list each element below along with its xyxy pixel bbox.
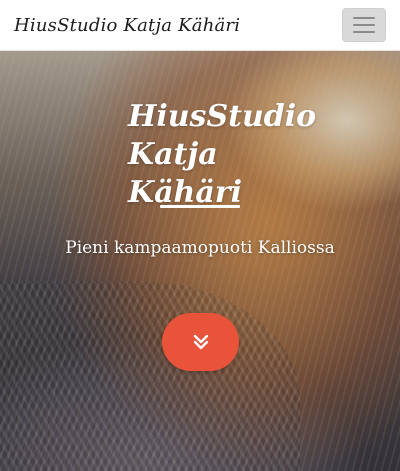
hero-divider: [160, 205, 240, 208]
hero-title-line-1: HiusStudio: [128, 99, 317, 134]
hero-title-line-2: Katja Kähäri: [128, 137, 242, 210]
top-navbar: HiusStudio Katja Kähäri: [0, 0, 400, 51]
brand-logo-link[interactable]: HiusStudio Katja Kähäri: [14, 15, 240, 36]
menu-toggle-button[interactable]: [342, 8, 386, 42]
hamburger-menu-icon: [353, 17, 375, 19]
scroll-down-button[interactable]: [162, 313, 239, 371]
hero-title: HiusStudio Katja Kähäri: [128, 98, 328, 212]
double-chevron-down-icon: [193, 334, 208, 350]
hero-subtitle: Pieni kampaamopuoti Kalliossa: [65, 238, 335, 258]
hero-section: HiusStudio Katja Kähäri Pieni kampaamopu…: [0, 51, 400, 471]
hamburger-menu-icon: [353, 24, 375, 26]
hamburger-menu-icon: [353, 31, 375, 33]
